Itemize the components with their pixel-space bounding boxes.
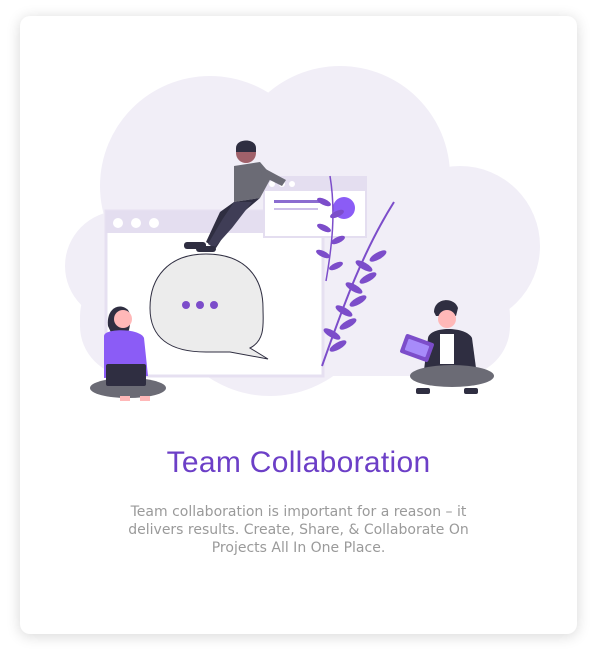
small-window [263,176,367,238]
feature-card: Team Collaboration Team collaboration is… [20,16,577,634]
ellipsis-dots-icon [182,301,218,309]
card-title: Team Collaboration [166,446,431,479]
team-collaboration-illustration [65,66,540,401]
card-description: Team collaboration is important for a re… [128,504,469,556]
